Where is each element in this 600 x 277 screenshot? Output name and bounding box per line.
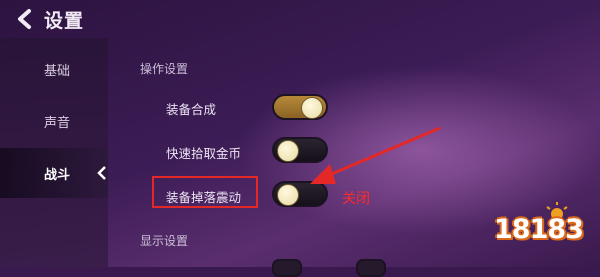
toggle-knob [301,97,323,119]
sidebar-item-label: 基础 [44,63,71,79]
row-label-quick-pickup-gold: 快速拾取金币 [166,146,242,161]
annotation-arrow-icon [310,126,441,184]
watermark-logo: 18183 [494,200,594,260]
chevron-left-icon[interactable] [14,8,36,30]
section-label-operation: 操作设置 [140,62,189,76]
toggle-equip-merge[interactable] [272,94,328,120]
sidebar-item-basic[interactable]: 基础 [0,44,108,94]
annotation-label: 关闭 [342,191,370,207]
sidebar-item-battle[interactable]: 战斗 [0,148,108,198]
sidebar-item-sound[interactable]: 声音 [0,96,108,146]
highlight-box [152,176,258,208]
active-indicator-icon [97,166,106,180]
section-label-display: 显示设置 [140,234,189,248]
sidebar-item-label: 声音 [44,115,71,131]
page-title: 设置 [44,10,85,32]
toggle-knob [277,140,299,162]
toggle-partial[interactable] [272,259,302,277]
toggle-partial[interactable] [356,259,386,277]
toggle-knob [277,184,299,206]
watermark-text: 18183 [494,214,584,245]
row-label-equip-merge: 装备合成 [166,102,217,117]
header: 设置 [0,0,600,38]
sidebar-item-label: 战斗 [44,167,71,183]
sidebar: 基础 声音 战斗 [0,38,108,267]
